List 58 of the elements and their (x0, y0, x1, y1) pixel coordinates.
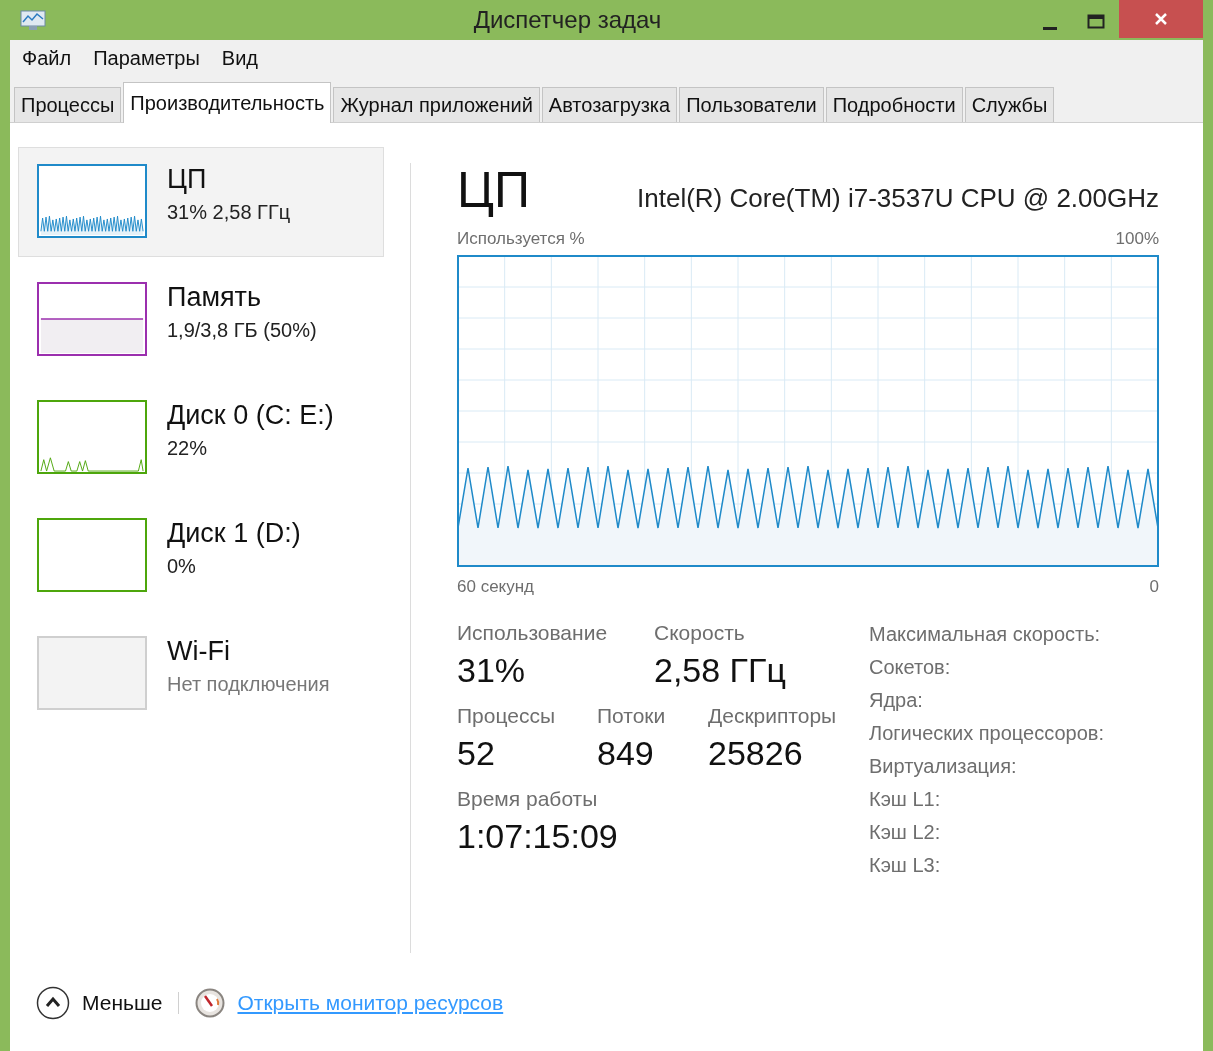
spec-label: Ядра: (869, 689, 924, 712)
tab[interactable]: Автозагрузка (541, 87, 678, 122)
processor-model: Intel(R) Core(TM) i7-3537U CPU @ 2.00GHz (637, 183, 1159, 214)
graph-label: 60 секунд (457, 577, 535, 597)
resource-name: ЦП (167, 164, 208, 195)
resource-reading: 22% (167, 437, 209, 460)
sidebar-item[interactable]: Диск 0 (C: E:) 22% (18, 383, 384, 493)
stat-value: 25826 (708, 734, 804, 773)
resource-reading: 1,9/3,8 ГБ (50%) (167, 319, 317, 342)
spec-label: Максимальная скорость: (869, 623, 1102, 646)
resource-reading: 31% 2,58 ГГц (167, 201, 291, 224)
tab[interactable]: Службы (964, 87, 1055, 122)
stat-label: Процессы (457, 704, 557, 728)
spec-label: Кэш L3: (869, 854, 942, 877)
resource-reading: Нет подключения (167, 673, 330, 696)
spec-label: Кэш L2: (869, 821, 942, 844)
stat-value: 849 (597, 734, 655, 773)
resource-reading: 0% (167, 555, 197, 578)
stat-value: 1:07:15:09 (457, 817, 618, 856)
graph-label: 100% (1115, 229, 1159, 249)
chevron-up-icon (36, 986, 70, 1020)
stat-label: Время работы (457, 787, 599, 811)
menu-item[interactable]: Параметры (93, 46, 200, 70)
resource-title: ЦП (457, 161, 530, 219)
menu-item[interactable]: Файл (22, 46, 72, 70)
stat-value: 2,58 ГГц (654, 651, 786, 690)
window-title: Диспетчер задач (472, 6, 663, 34)
tab[interactable]: Производительность (123, 82, 332, 123)
sidebar-item[interactable]: ЦП 31% 2,58 ГГц (18, 147, 384, 257)
menu-item[interactable]: Вид (221, 46, 258, 70)
sidebar-item[interactable]: Диск 1 (D:) 0% (18, 501, 384, 611)
spec-label: Кэш L1: (869, 788, 942, 811)
resource-name: Диск 1 (D:) (167, 518, 301, 549)
tab[interactable]: Пользователи (679, 87, 824, 122)
stat-label: Дескрипторы (708, 704, 837, 728)
stat-label: Потоки (597, 704, 667, 728)
minimize-icon (1043, 26, 1057, 30)
app-icon (18, 8, 48, 32)
resource-name: Wi-Fi (167, 636, 231, 667)
less-button[interactable]: Меньше (36, 986, 163, 1020)
spec-label: Логических процессоров: (869, 722, 1104, 745)
gauge-icon (195, 988, 226, 1018)
tab[interactable]: Подробности (825, 87, 963, 122)
resource-name: Диск 0 (C: E:) (167, 400, 334, 431)
sidebar-item[interactable]: Память 1,9/3,8 ГБ (50%) (18, 265, 384, 375)
tab[interactable]: Журнал приложений (333, 87, 540, 122)
stat-label: Использование (457, 621, 609, 645)
sidebar-item[interactable]: Wi-Fi Нет подключения (18, 619, 384, 729)
stat-value: 31% (457, 651, 527, 690)
stat-label: Скорость (654, 621, 746, 645)
spec-label: Виртуализация: (869, 755, 1018, 778)
tab[interactable]: Процессы (14, 87, 122, 122)
spec-label: Сокетов: (869, 656, 952, 679)
graph-label: 0 (1149, 577, 1159, 597)
maximize-icon (1086, 12, 1106, 32)
stat-value: 52 (457, 734, 496, 773)
resource-name: Память (167, 282, 263, 313)
graph-label: Используется % (457, 229, 585, 249)
